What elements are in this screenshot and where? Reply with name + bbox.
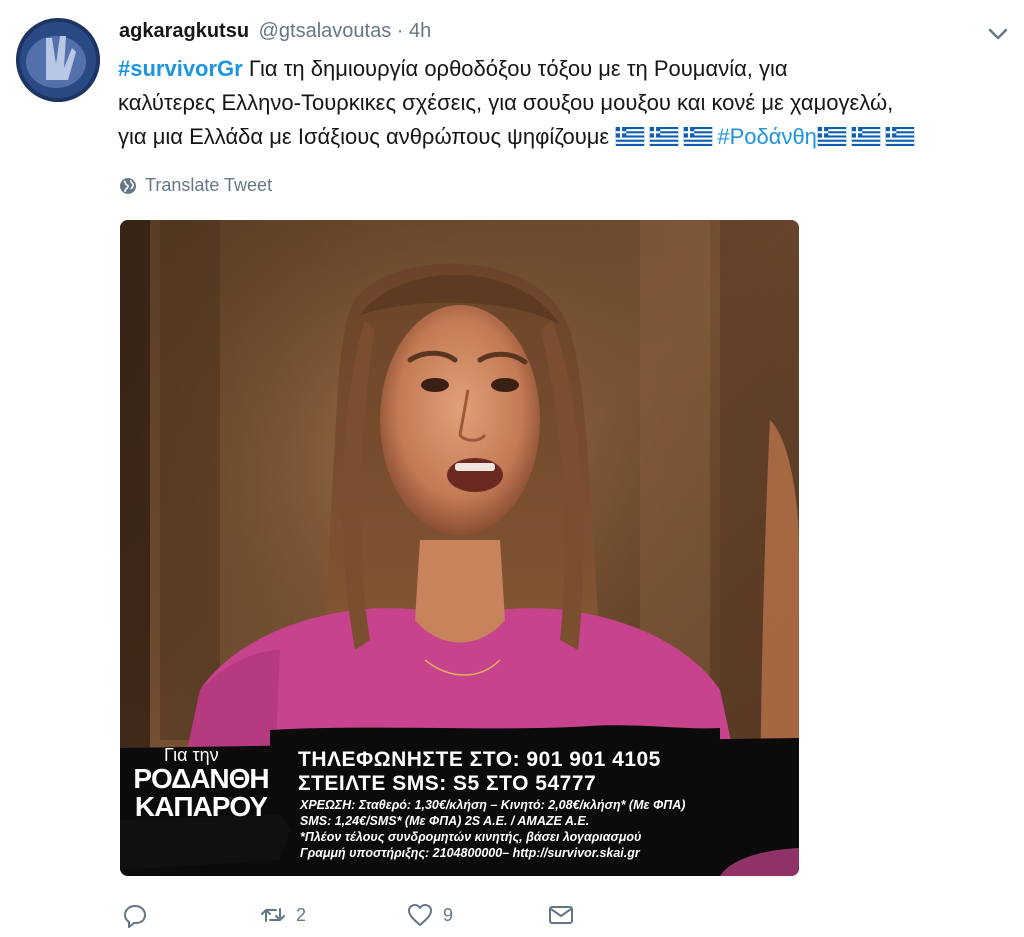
hashtag-survivorgr[interactable]: #survivorGr [118,56,243,81]
display-name[interactable]: agkaragkutsu [119,20,249,42]
overlay-candidate-name: ΡΟΔΑΝΘΗ ΚΑΠΑΡΟΥ [122,765,280,821]
overlay-fine-4: Γραμμή υποστήριξης: 2104800000– http://s… [300,846,640,860]
avatar[interactable] [16,18,100,102]
like-icon [408,904,432,926]
tweet-line-3: για μια Ελλάδα με Ισάξιους ανθρώπους ψηφ… [118,120,1018,154]
separator-dot: · [396,20,404,42]
message-icon [549,906,573,924]
overlay-fine-1: ΧΡΕΩΣΗ: Σταθερό: 1,30€/κλήση – Κινητό: 2… [300,798,686,812]
tweet-media-image[interactable]: Για την ΡΟΔΑΝΘΗ ΚΑΠΑΡΟΥ ΤΗΛΕΦΩΝΗΣΤΕ ΣΤΟ:… [120,220,799,876]
overlay-fine-3: *Πλέον τέλους συνδρομητών κινητής, βάσει… [300,830,642,844]
translate-tweet-link[interactable]: Translate Tweet [119,175,272,196]
greek-flag-icon [885,127,915,146]
greek-flag-icon [615,127,645,146]
overlay-sms-line: ΣΤΕΙΛΤΕ SMS: S5 ΣΤΟ 54777 [298,772,597,795]
translate-label: Translate Tweet [145,175,273,195]
direct-message-button[interactable] [548,902,574,928]
retweet-button[interactable]: 2 [260,902,306,928]
hashtag-rodanthi[interactable]: #Ροδάνθη [717,124,817,149]
greek-flag-icon [683,127,713,146]
tweet-text: #survivorGr Για τη δημιουργία ορθοδόξου … [118,52,1018,154]
candidate-last-name: ΚΑΠΑΡΟΥ [134,791,268,822]
greek-flag-icon [817,127,847,146]
greek-flag-icon [649,127,679,146]
greek-flag-icon [851,127,881,146]
globe-icon [120,177,136,194]
tweet-text-line3: για μια Ελλάδα με Ισάξιους ανθρώπους ψηφ… [118,124,616,149]
reply-button[interactable] [122,902,158,928]
tweet-text-line1: Για τη δημιουργία ορθοδόξου τόξου με τη … [242,56,788,81]
reply-icon [123,904,147,928]
like-count: 9 [443,904,454,925]
overlay-call-line: ΤΗΛΕΦΩΝΗΣΤΕ ΣΤΟ: 901 901 4105 [298,748,661,771]
overlay-fine-2: SMS: 1,24€/SMS* (Με ΦΠΑ) 2S A.E. / AMAZE… [300,814,590,828]
tweet-timestamp[interactable]: 4h [409,20,431,42]
tweet-text-line2: καλύτερες Ελληνο-Τουρκικες σχέσεις, για … [118,90,894,115]
retweet-icon [261,908,285,922]
tweet-line-1: #survivorGr Για τη δημιουργία ορθοδόξου … [118,52,1018,86]
user-handle[interactable]: @gtsalavoutas [259,20,392,42]
retweet-count: 2 [296,904,307,925]
caret-down-icon[interactable] [986,24,1010,44]
like-button[interactable]: 9 [407,902,453,928]
tweet-header: agkaragkutsu @gtsalavoutas · 4h [119,20,431,43]
candidate-first-name: ΡΟΔΑΝΘΗ [133,763,269,794]
